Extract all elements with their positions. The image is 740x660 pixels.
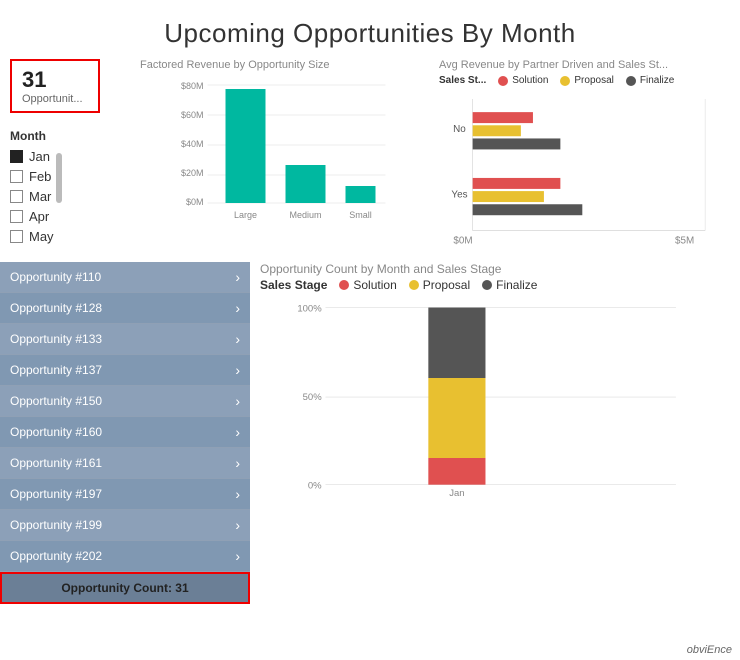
checkbox-jan[interactable] (10, 150, 23, 163)
filter-item-apr[interactable]: Apr (10, 209, 54, 224)
chevron-right-icon: › (235, 424, 240, 440)
chart3-title: Opportunity Count by Month and Sales Sta… (260, 262, 730, 276)
solution-dot-3 (339, 280, 349, 290)
svg-text:Large: Large (234, 210, 257, 220)
proposal-dot (560, 76, 570, 86)
kpi-box[interactable]: 31 Opportunit... (10, 59, 100, 113)
chevron-right-icon: › (235, 517, 240, 533)
filter-item-mar[interactable]: Mar (10, 189, 54, 204)
kpi-label: Opportunit... (22, 93, 88, 105)
checkbox-mar[interactable] (10, 190, 23, 203)
svg-text:$80M: $80M (181, 81, 204, 91)
opportunity-list: Opportunity #110 › Opportunity #128 › Op… (0, 262, 250, 604)
list-item[interactable]: Opportunity #197 › (0, 479, 250, 510)
legend-finalize-3: Finalize (482, 278, 537, 292)
filter-items: Jan Feb Mar Apr (10, 149, 54, 249)
chart3-legend: Sales Stage Solution Proposal Finalize (260, 278, 730, 292)
list-item[interactable]: Opportunity #128 › (0, 293, 250, 324)
chevron-right-icon: › (235, 548, 240, 564)
checkbox-feb[interactable] (10, 170, 23, 183)
chevron-right-icon: › (235, 362, 240, 378)
finalize-dot-3 (482, 280, 492, 290)
svg-text:Yes: Yes (451, 190, 467, 201)
svg-text:0%: 0% (308, 480, 322, 491)
chevron-right-icon: › (235, 331, 240, 347)
chevron-right-icon: › (235, 269, 240, 285)
svg-text:50%: 50% (303, 392, 323, 403)
list-item[interactable]: Opportunity #110 › (0, 262, 250, 293)
stacked-chart-container: Opportunity Count by Month and Sales Sta… (250, 262, 740, 604)
bottom-section: Opportunity #110 › Opportunity #128 › Op… (0, 262, 740, 604)
filter-title: Month (10, 129, 140, 143)
stacked-bar-chart: 100% 50% 0% Jan (260, 298, 730, 498)
scrollbar[interactable] (56, 153, 62, 203)
legend-proposal-3: Proposal (409, 278, 470, 292)
filter-item-may[interactable]: May (10, 229, 54, 244)
top-charts: Factored Revenue by Opportunity Size $80… (140, 59, 730, 258)
bar-chart-2: No Yes $0M $5M (439, 88, 730, 258)
list-item[interactable]: Opportunity #150 › (0, 386, 250, 417)
checkbox-may[interactable] (10, 230, 23, 243)
checkbox-apr[interactable] (10, 210, 23, 223)
svg-text:No: No (453, 124, 466, 135)
svg-text:$5M: $5M (675, 236, 694, 247)
svg-text:Jan: Jan (449, 488, 464, 498)
left-panel: 31 Opportunit... Month Jan Feb (10, 59, 140, 258)
legend-sales-st: Sales St... (439, 75, 486, 86)
filter-section: Month Jan Feb Mar (10, 129, 140, 249)
legend-solution: Solution (498, 75, 548, 86)
chart2-legend: Sales St... Solution Proposal Finalize (439, 75, 730, 86)
page-title: Upcoming Opportunities By Month (0, 0, 740, 59)
kpi-number: 31 (22, 67, 88, 93)
chevron-right-icon: › (235, 393, 240, 409)
top-section: 31 Opportunit... Month Jan Feb (0, 59, 740, 258)
proposal-dot-3 (409, 280, 419, 290)
list-item[interactable]: Opportunity #137 › (0, 355, 250, 386)
svg-text:$60M: $60M (181, 110, 204, 120)
legend-finalize: Finalize (626, 75, 674, 86)
svg-text:Medium: Medium (289, 210, 321, 220)
branding: obviEnce (687, 644, 732, 656)
legend-proposal: Proposal (560, 75, 613, 86)
legend-label-sales-stage: Sales Stage (260, 278, 327, 292)
opportunity-count-footer: Opportunity Count: 31 (0, 572, 250, 604)
svg-text:100%: 100% (297, 303, 322, 314)
finalize-dot (626, 76, 636, 86)
legend-solution-3: Solution (339, 278, 396, 292)
solution-dot (498, 76, 508, 86)
chevron-right-icon: › (235, 486, 240, 502)
svg-text:$20M: $20M (181, 168, 204, 178)
svg-text:$0M: $0M (453, 236, 472, 247)
list-item[interactable]: Opportunity #202 › (0, 541, 250, 572)
chart2-title: Avg Revenue by Partner Driven and Sales … (439, 59, 730, 71)
chart1-title: Factored Revenue by Opportunity Size (140, 59, 431, 71)
list-item[interactable]: Opportunity #161 › (0, 448, 250, 479)
svg-text:$40M: $40M (181, 139, 204, 149)
chart-factored-revenue: Factored Revenue by Opportunity Size $80… (140, 59, 431, 258)
svg-text:$0M: $0M (186, 197, 204, 207)
list-item[interactable]: Opportunity #199 › (0, 510, 250, 541)
chevron-right-icon: › (235, 455, 240, 471)
chevron-right-icon: › (235, 300, 240, 316)
filter-item-feb[interactable]: Feb (10, 169, 54, 184)
bar-chart-1: $80M $60M $40M $20M $0M (140, 75, 431, 245)
chart-avg-revenue: Avg Revenue by Partner Driven and Sales … (439, 59, 730, 258)
svg-text:Small: Small (349, 210, 372, 220)
filter-item-jan[interactable]: Jan (10, 149, 54, 164)
list-item[interactable]: Opportunity #160 › (0, 417, 250, 448)
list-item[interactable]: Opportunity #133 › (0, 324, 250, 355)
